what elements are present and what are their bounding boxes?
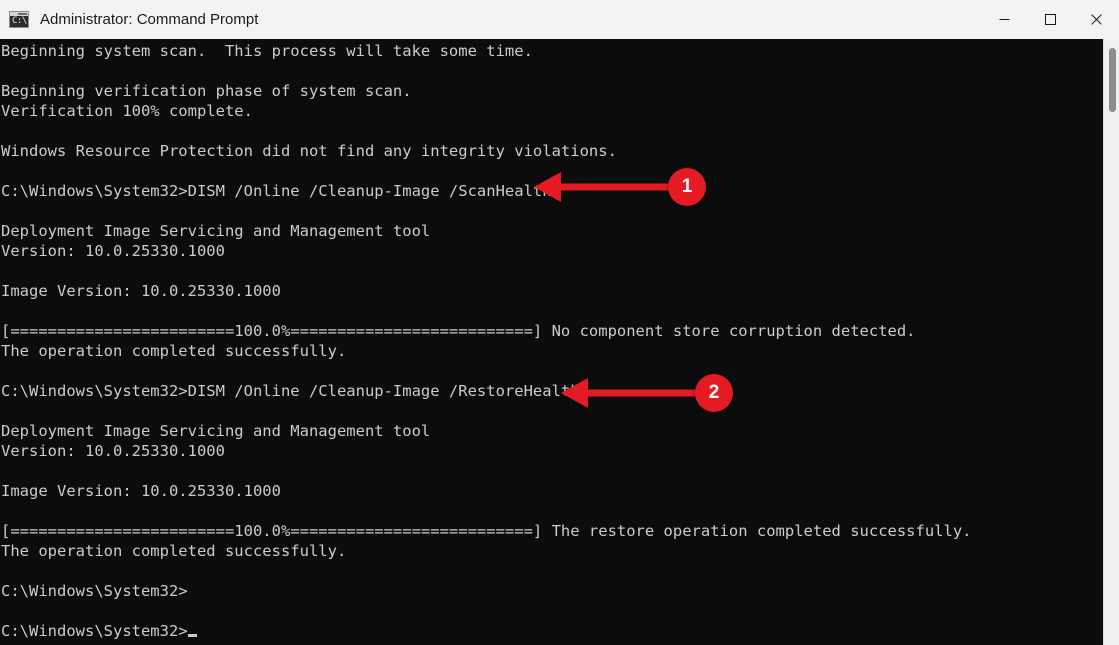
console-output-area[interactable]: Beginning system scan. This process will… xyxy=(0,39,1103,645)
text-cursor xyxy=(187,634,197,637)
cmd-icon-dots xyxy=(18,13,27,15)
console-text: Beginning system scan. This process will… xyxy=(1,42,972,640)
maximize-button[interactable] xyxy=(1027,0,1073,39)
vertical-scrollbar[interactable] xyxy=(1103,39,1119,645)
minimize-button[interactable] xyxy=(981,0,1027,39)
maximize-icon xyxy=(1044,14,1056,25)
minimize-icon xyxy=(999,19,1009,20)
command-prompt-window: C:\ Administrator: Command Prompt Beginn… xyxy=(0,0,1119,645)
window-title: Administrator: Command Prompt xyxy=(40,11,259,28)
title-bar-left: C:\ Administrator: Command Prompt xyxy=(0,11,981,28)
scrollbar-thumb[interactable] xyxy=(1109,48,1116,112)
window-controls xyxy=(981,0,1119,39)
title-bar[interactable]: C:\ Administrator: Command Prompt xyxy=(0,0,1119,39)
close-icon xyxy=(1090,14,1102,25)
close-button[interactable] xyxy=(1073,0,1119,39)
cmd-icon-prompt-glyph: C:\ xyxy=(12,16,27,26)
cmd-icon: C:\ xyxy=(9,11,29,28)
